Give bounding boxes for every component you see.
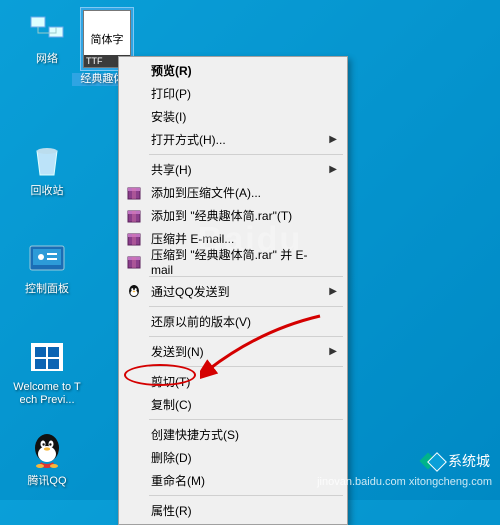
menu-item[interactable]: 属性(R) bbox=[121, 499, 345, 522]
menu-item-label: 重命名(M) bbox=[151, 472, 205, 489]
icon-label: 控制面板 bbox=[12, 283, 82, 296]
menu-item-label: 打开方式(H)... bbox=[151, 131, 226, 148]
menu-separator bbox=[149, 366, 343, 367]
menu-item-label: 压缩到 "经典趣体简.rar" 并 E-mail bbox=[151, 246, 325, 277]
menu-item-label: 共享(H) bbox=[151, 161, 192, 178]
menu-item[interactable]: 压缩到 "经典趣体简.rar" 并 E-mail bbox=[121, 250, 345, 273]
rar-icon bbox=[125, 184, 143, 202]
icon-label: 腾讯QQ bbox=[12, 475, 82, 488]
menu-item[interactable]: 添加到压缩文件(A)... bbox=[121, 181, 345, 204]
menu-item-label: 发送到(N) bbox=[151, 343, 204, 360]
control-panel-icon bbox=[26, 238, 68, 280]
rar-icon bbox=[125, 230, 143, 248]
menu-item-label: 压缩并 E-mail... bbox=[151, 230, 234, 247]
menu-separator bbox=[149, 336, 343, 337]
menu-item[interactable]: 剪切(T) bbox=[121, 370, 345, 393]
qq-icon bbox=[26, 430, 68, 472]
icon-label: 回收站 bbox=[12, 185, 82, 198]
menu-item-label: 属性(R) bbox=[151, 502, 192, 519]
menu-item-label: 创建快捷方式(S) bbox=[151, 426, 239, 443]
network-icon bbox=[26, 8, 68, 50]
rar-icon bbox=[125, 253, 143, 271]
menu-item[interactable]: 打印(P) bbox=[121, 82, 345, 105]
submenu-arrow-icon: ▶ bbox=[329, 164, 337, 175]
submenu-arrow-icon: ▶ bbox=[329, 134, 337, 145]
desktop-icon-recycle-bin[interactable]: 回收站 bbox=[12, 140, 82, 198]
desktop-icon-welcome[interactable]: Welcome to Tech Previ... bbox=[12, 336, 82, 407]
menu-item[interactable]: 还原以前的版本(V) bbox=[121, 310, 345, 333]
menu-item[interactable]: 删除(D) bbox=[121, 446, 345, 469]
windows-icon bbox=[26, 336, 68, 378]
context-menu: 预览(R) 打印(P) 安装(I) 打开方式(H)... ▶ 共享(H) ▶ 添加到压缩文件(… bbox=[118, 56, 348, 525]
menu-item-label: 添加到 "经典趣体简.rar"(T) bbox=[151, 207, 292, 224]
menu-item[interactable]: 发送到(N) ▶ bbox=[121, 340, 345, 363]
submenu-arrow-icon: ▶ bbox=[329, 346, 337, 357]
menu-item[interactable]: 共享(H) ▶ bbox=[121, 158, 345, 181]
menu-item[interactable]: 重命名(M) bbox=[121, 469, 345, 492]
desktop-icon-qq[interactable]: 腾讯QQ bbox=[12, 430, 82, 488]
qq-icon bbox=[125, 283, 143, 301]
menu-item[interactable]: 创建快捷方式(S) bbox=[121, 423, 345, 446]
menu-separator bbox=[149, 495, 343, 496]
menu-item[interactable]: 复制(C) bbox=[121, 393, 345, 416]
menu-item-label: 添加到压缩文件(A)... bbox=[151, 184, 261, 201]
menu-item[interactable]: 添加到 "经典趣体简.rar"(T) bbox=[121, 204, 345, 227]
font-preview-text: 简体字 bbox=[91, 31, 124, 47]
menu-separator bbox=[149, 419, 343, 420]
menu-item[interactable]: 打开方式(H)... ▶ bbox=[121, 128, 345, 151]
menu-item-label: 安装(I) bbox=[151, 108, 186, 125]
icon-label: Welcome to Tech Previ... bbox=[12, 381, 82, 407]
menu-item[interactable]: 安装(I) bbox=[121, 105, 345, 128]
menu-separator bbox=[149, 306, 343, 307]
menu-item[interactable]: 预览(R) bbox=[121, 59, 345, 82]
menu-separator bbox=[149, 154, 343, 155]
menu-item-label: 还原以前的版本(V) bbox=[151, 313, 251, 330]
recycle-bin-icon bbox=[26, 140, 68, 182]
menu-item-label: 通过QQ发送到 bbox=[151, 283, 230, 300]
menu-item[interactable]: 通过QQ发送到 ▶ bbox=[121, 280, 345, 303]
rar-icon bbox=[125, 207, 143, 225]
menu-item-label: 打印(P) bbox=[151, 85, 191, 102]
menu-item-label: 预览(R) bbox=[151, 62, 192, 79]
submenu-arrow-icon: ▶ bbox=[329, 286, 337, 297]
menu-item-label: 剪切(T) bbox=[151, 373, 190, 390]
desktop-icon-control-panel[interactable]: 控制面板 bbox=[12, 238, 82, 296]
menu-item-label: 复制(C) bbox=[151, 396, 192, 413]
menu-item-label: 删除(D) bbox=[151, 449, 192, 466]
